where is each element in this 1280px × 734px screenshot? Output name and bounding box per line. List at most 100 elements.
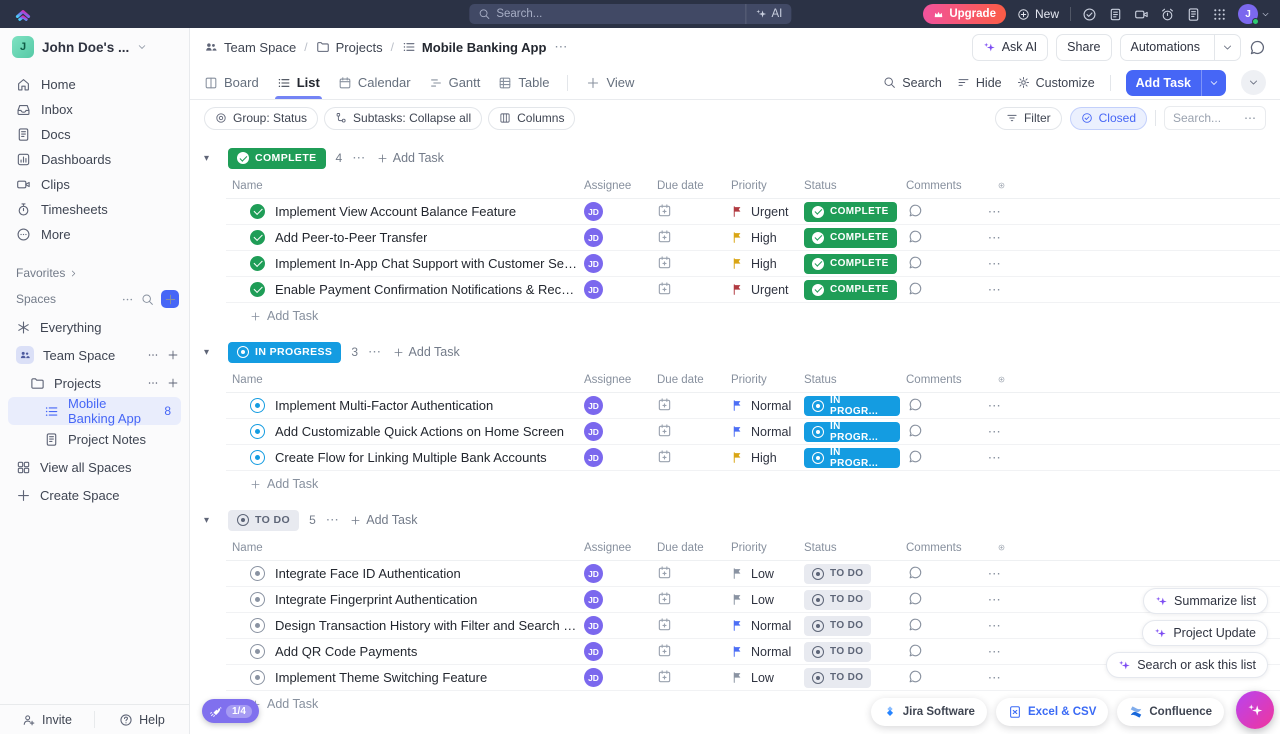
column-due-date[interactable]: Due date: [651, 542, 725, 554]
column-assignee[interactable]: Assignee: [578, 542, 651, 554]
task-status-icon[interactable]: [250, 566, 265, 581]
priority-cell[interactable]: Low: [725, 671, 798, 685]
search-or-ask-button[interactable]: Search or ask this list: [1106, 652, 1268, 678]
priority-cell[interactable]: High: [725, 257, 798, 271]
row-more-button[interactable]: ⋯: [978, 644, 1012, 660]
subtasks-chip[interactable]: Subtasks: Collapse all: [324, 107, 482, 130]
status-badge[interactable]: TO DO: [804, 642, 871, 662]
due-date-icon[interactable]: [657, 591, 672, 606]
assignee-avatar[interactable]: JD: [584, 228, 603, 247]
task-status-icon[interactable]: [250, 230, 265, 245]
sidebar-item-docs[interactable]: Docs: [8, 122, 181, 147]
assignee-avatar[interactable]: JD: [584, 564, 603, 583]
jira-button[interactable]: Jira Software: [871, 698, 987, 726]
add-space-button[interactable]: [161, 290, 179, 308]
assignee-avatar[interactable]: JD: [584, 668, 603, 687]
column-comments[interactable]: Comments: [900, 374, 978, 386]
comments-button[interactable]: [908, 591, 923, 606]
closed-chip[interactable]: Closed: [1070, 107, 1147, 130]
onboarding-progress-pill[interactable]: 1/4: [202, 699, 259, 723]
assignee-avatar[interactable]: JD: [584, 396, 603, 415]
column-status[interactable]: Status: [798, 542, 900, 554]
due-date-icon[interactable]: [657, 203, 672, 218]
breadcrumb-space[interactable]: Team Space: [204, 40, 296, 55]
status-badge[interactable]: TO DO: [804, 564, 871, 584]
row-more-button[interactable]: ⋯: [978, 592, 1012, 608]
sidebar-item-create-space[interactable]: Create Space: [0, 481, 189, 509]
reminder-icon[interactable]: [1160, 7, 1175, 22]
status-badge[interactable]: IN PROGR...: [804, 448, 900, 468]
task-status-icon[interactable]: [250, 618, 265, 633]
status-badge[interactable]: COMPLETE: [804, 280, 897, 300]
sidebar-item-view-all-spaces[interactable]: View all Spaces: [0, 453, 189, 481]
comments-panel-icon[interactable]: [1249, 39, 1266, 56]
row-more-button[interactable]: ⋯: [978, 256, 1012, 272]
task-row[interactable]: Enable Payment Confirmation Notification…: [226, 277, 1280, 303]
customize-button[interactable]: Customize: [1017, 76, 1095, 90]
row-more-button[interactable]: ⋯: [978, 398, 1012, 414]
group-more-button[interactable]: ⋯: [326, 512, 341, 528]
assignee-avatar[interactable]: JD: [584, 254, 603, 273]
upgrade-button[interactable]: Upgrade: [923, 4, 1006, 24]
group-more-button[interactable]: ⋯: [352, 150, 367, 166]
breadcrumb-more-button[interactable]: ⋯: [554, 39, 568, 55]
task-row[interactable]: Implement View Account Balance Feature J…: [226, 199, 1280, 225]
tab-gantt[interactable]: Gantt: [429, 66, 481, 99]
status-badge[interactable]: COMPLETE: [804, 202, 897, 222]
spaces-more-button[interactable]: [121, 293, 134, 306]
tab-board[interactable]: Board: [204, 66, 259, 99]
help-button[interactable]: Help: [95, 705, 189, 734]
spaces-search-button[interactable]: [141, 293, 154, 306]
add-column-button[interactable]: [978, 541, 1012, 554]
comments-button[interactable]: [908, 281, 923, 296]
priority-cell[interactable]: Normal: [725, 645, 798, 659]
project-update-button[interactable]: Project Update: [1142, 620, 1268, 646]
status-badge[interactable]: IN PROGR...: [804, 396, 900, 416]
sidebar-item-team-space[interactable]: Team Space: [0, 341, 189, 369]
due-date-icon[interactable]: [657, 449, 672, 464]
task-name[interactable]: Implement Multi-Factor Authentication: [275, 398, 493, 413]
sidebar-item-everything[interactable]: Everything: [0, 313, 189, 341]
space-add-button[interactable]: [167, 349, 179, 361]
sidebar-item-timesheets[interactable]: Timesheets: [8, 197, 181, 222]
row-more-button[interactable]: ⋯: [978, 204, 1012, 220]
task-name[interactable]: Implement Theme Switching Feature: [275, 670, 487, 685]
column-name[interactable]: Name: [226, 374, 578, 386]
task-name[interactable]: Integrate Face ID Authentication: [275, 566, 461, 581]
task-row[interactable]: Implement Multi-Factor Authentication JD…: [226, 393, 1280, 419]
priority-cell[interactable]: Normal: [725, 619, 798, 633]
assignee-avatar[interactable]: JD: [584, 202, 603, 221]
comments-button[interactable]: [908, 203, 923, 218]
column-comments[interactable]: Comments: [900, 542, 978, 554]
column-priority[interactable]: Priority: [725, 374, 798, 386]
priority-cell[interactable]: Low: [725, 567, 798, 581]
task-name[interactable]: Implement View Account Balance Feature: [275, 204, 516, 219]
due-date-icon[interactable]: [657, 255, 672, 270]
sidebar-item-home[interactable]: Home: [8, 72, 181, 97]
add-task-dropdown[interactable]: [1201, 70, 1226, 96]
due-date-icon[interactable]: [657, 281, 672, 296]
my-tasks-icon[interactable]: [1082, 7, 1097, 22]
new-button[interactable]: New: [1017, 7, 1059, 21]
column-status[interactable]: Status: [798, 374, 900, 386]
due-date-icon[interactable]: [657, 397, 672, 412]
row-more-button[interactable]: ⋯: [978, 230, 1012, 246]
column-name[interactable]: Name: [226, 180, 578, 192]
row-more-button[interactable]: ⋯: [978, 670, 1012, 686]
filter-chip[interactable]: Filter: [995, 107, 1062, 130]
assignee-avatar[interactable]: JD: [584, 590, 603, 609]
list-search-button[interactable]: Search: [883, 76, 942, 90]
task-row[interactable]: Create Flow for Linking Multiple Bank Ac…: [226, 445, 1280, 471]
priority-cell[interactable]: Urgent: [725, 205, 798, 219]
row-more-button[interactable]: ⋯: [978, 450, 1012, 466]
priority-cell[interactable]: Low: [725, 593, 798, 607]
task-row[interactable]: Integrate Face ID Authentication JD Low …: [226, 561, 1280, 587]
task-name[interactable]: Implement In-App Chat Support with Custo…: [275, 256, 578, 271]
assignee-avatar[interactable]: JD: [584, 616, 603, 635]
column-due-date[interactable]: Due date: [651, 180, 725, 192]
hide-button[interactable]: Hide: [957, 76, 1002, 90]
comments-button[interactable]: [908, 669, 923, 684]
clickup-logo-icon[interactable]: [14, 5, 32, 23]
automations-button[interactable]: Automations: [1120, 34, 1241, 61]
due-date-icon[interactable]: [657, 229, 672, 244]
